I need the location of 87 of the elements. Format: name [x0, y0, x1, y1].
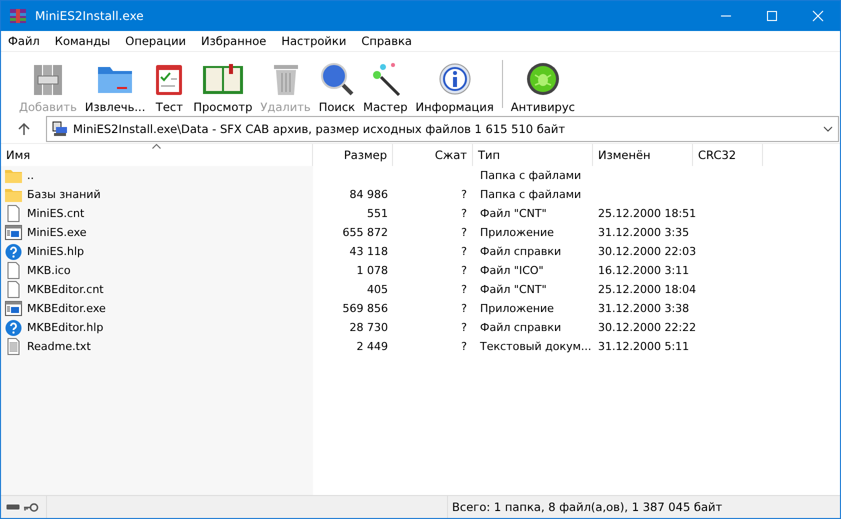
size-cell: 1 078 [356, 264, 388, 277]
column-header[interactable]: Изменён [593, 144, 693, 166]
modified-cell: 30.12.2000 22:22 [598, 321, 696, 334]
file-name[interactable]: MiniES.cnt [27, 207, 84, 220]
toolbar-button[interactable]: Мастер [359, 54, 412, 114]
drive-icon [6, 503, 20, 511]
menu-item[interactable]: Операции [125, 34, 186, 48]
application-window-icon [5, 225, 22, 240]
menu-item[interactable]: Настройки [281, 34, 346, 48]
menu-item[interactable]: Справка [361, 34, 412, 48]
text-file-icon [5, 338, 22, 355]
search-icon [318, 60, 355, 96]
packed-cell: ? [461, 340, 467, 353]
type-cell: Текстовый докум... [480, 340, 592, 353]
toolbar-button[interactable]: Тест [149, 54, 190, 114]
file-icon [5, 262, 22, 279]
menu-item[interactable]: Избранное [201, 34, 266, 48]
help-icon [5, 320, 22, 336]
info-icon [438, 60, 472, 96]
type-cell: Приложение [480, 302, 554, 315]
toolbar-button[interactable]: Просмотр [189, 54, 256, 114]
packed-cell: ? [461, 302, 467, 315]
packed-cell: ? [461, 188, 467, 201]
type-cell: Файл "CNT" [480, 283, 547, 296]
column-header[interactable]: Сжат [393, 144, 473, 166]
key-icon [23, 502, 39, 512]
file-icon [5, 281, 22, 298]
type-cell: Файл справки [480, 321, 562, 334]
maximize-icon[interactable] [766, 10, 778, 22]
menu-item[interactable]: Файл [8, 34, 40, 48]
computer-icon [52, 121, 68, 137]
modified-cell: 25.12.2000 18:51 [598, 207, 696, 220]
toolbar-button[interactable]: Поиск [314, 54, 360, 114]
type-cell: Папка с файлами [480, 169, 582, 182]
type-cell: Файл справки [480, 245, 562, 258]
column-header[interactable]: Тип [473, 144, 593, 166]
help-icon [5, 244, 22, 260]
packed-cell: ? [461, 207, 467, 220]
size-cell: 569 856 [342, 302, 388, 315]
menu-item[interactable]: Команды [54, 34, 110, 48]
file-name[interactable]: MKBEditor.exe [27, 302, 106, 315]
size-cell: 43 118 [350, 245, 388, 258]
up-arrow-icon[interactable] [18, 122, 30, 136]
file-name[interactable]: Базы знаний [27, 188, 101, 201]
status-text: Всего: 1 папка, 8 файл(а,ов), 1 387 045 байт [451, 500, 722, 514]
packed-cell: ? [461, 321, 467, 334]
toolbar-button[interactable]: Антивирус [506, 54, 579, 114]
file-name[interactable]: MKBEditor.cnt [27, 283, 104, 296]
modified-cell: 31.12.2000 3:38 [598, 302, 690, 315]
column-header[interactable]: CRC32 [693, 144, 763, 166]
close-icon[interactable] [812, 10, 824, 22]
app-icon [9, 8, 27, 24]
modified-cell: 25.12.2000 18:04 [598, 283, 696, 296]
packed-cell: ? [461, 264, 467, 277]
toolbar-button[interactable]: Извлечь... [80, 54, 150, 114]
packed-cell: ? [461, 245, 467, 258]
window-title: MiniES2Install.exe [35, 9, 144, 23]
size-cell: 551 [367, 207, 388, 220]
column-header[interactable]: Размер [313, 144, 393, 166]
type-cell: Файл "CNT" [480, 207, 547, 220]
file-name[interactable]: MiniES.hlp [27, 245, 84, 258]
type-cell: Приложение [480, 226, 554, 239]
file-name[interactable]: MKBEditor.hlp [27, 321, 104, 334]
packed-cell: ? [461, 283, 467, 296]
size-cell: 28 730 [350, 321, 388, 334]
size-cell: 405 [367, 283, 388, 296]
size-cell: 2 449 [356, 340, 388, 353]
chevron-down-icon[interactable] [823, 126, 833, 132]
file-name[interactable]: Readme.txt [27, 340, 91, 353]
type-cell: Папка с файлами [480, 188, 582, 201]
file-name[interactable]: .. [27, 169, 34, 182]
sort-ascending-icon [152, 144, 161, 149]
type-cell: Файл "ICO" [480, 264, 544, 277]
size-cell: 655 872 [342, 226, 388, 239]
modified-cell: 31.12.2000 5:11 [598, 340, 690, 353]
application-window-icon [5, 301, 22, 316]
bug-icon [524, 60, 561, 96]
modified-cell: 31.12.2000 3:35 [598, 226, 690, 239]
toolbar-button[interactable]: Информация [412, 54, 498, 114]
modified-cell: 30.12.2000 22:03 [598, 245, 696, 258]
file-name[interactable]: MKB.ico [27, 264, 71, 277]
file-name[interactable]: MiniES.exe [27, 226, 87, 239]
address-field[interactable]: MiniES2Install.exe\Data - SFX CAB архив, размер исходных файлов 1 615 510 байт [46, 116, 839, 142]
size-cell: 84 986 [350, 188, 388, 201]
packed-cell: ? [461, 226, 467, 239]
file-icon [5, 205, 22, 222]
modified-cell: 16.12.2000 3:11 [598, 264, 690, 277]
